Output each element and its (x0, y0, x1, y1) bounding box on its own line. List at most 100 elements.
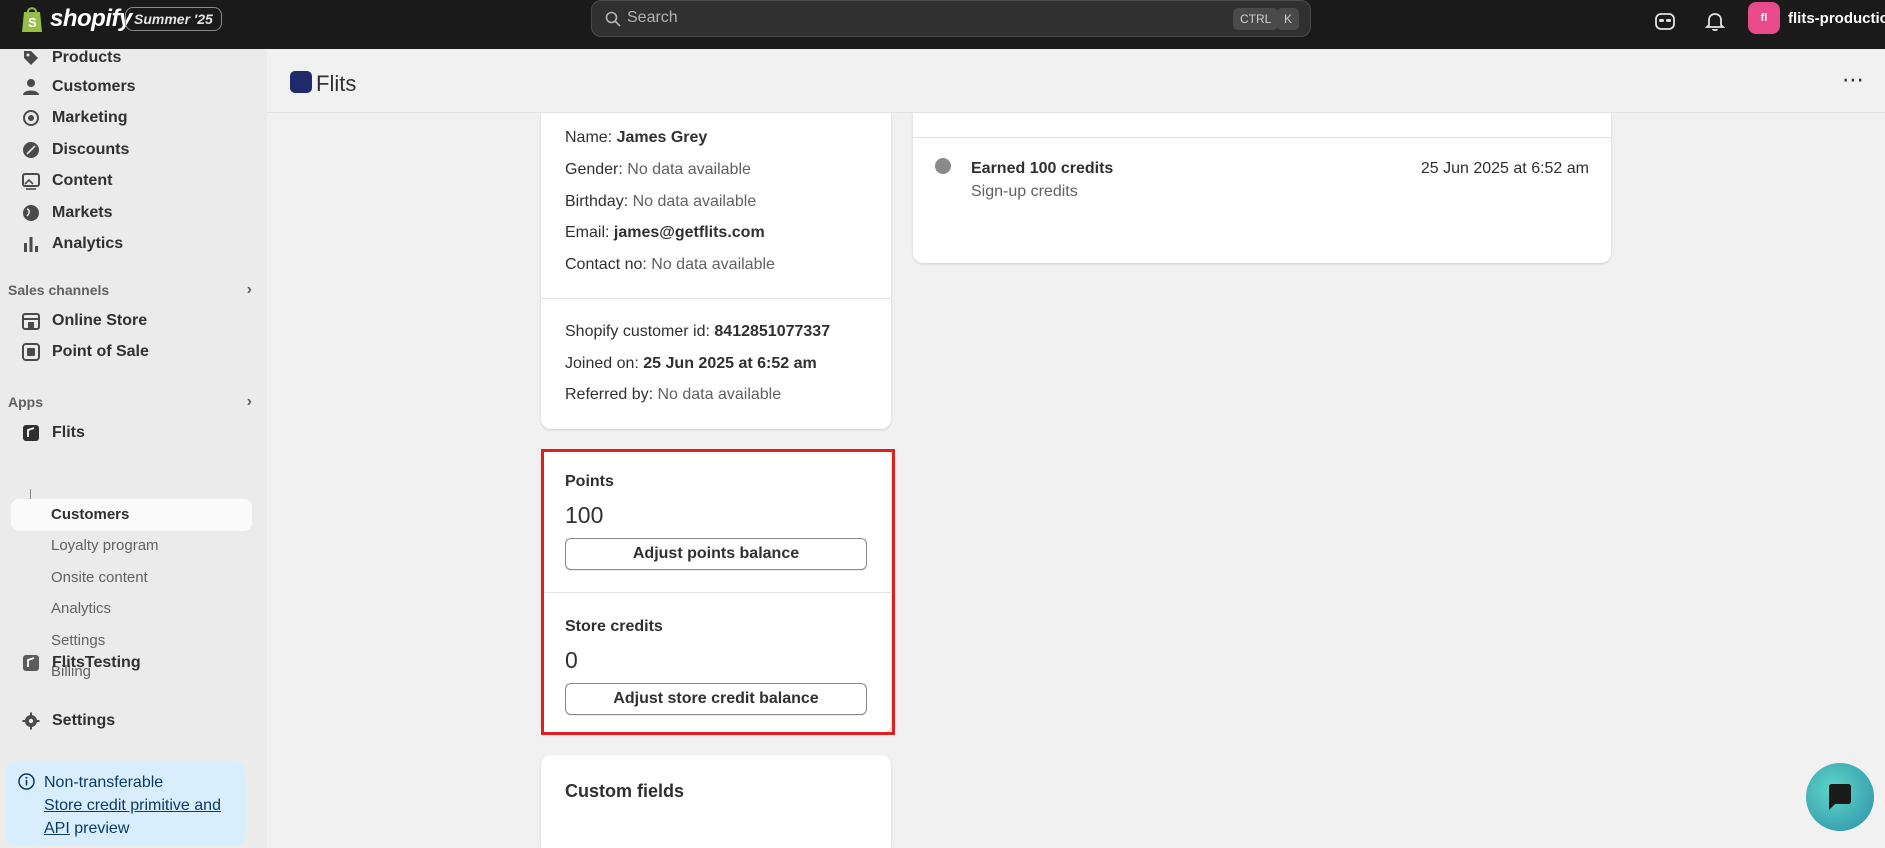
store-name: flits-production (1788, 9, 1885, 27)
email-value[interactable]: james@getflits.com (614, 224, 765, 241)
referred-row: Referred by: No data available (565, 386, 781, 404)
section-title: Sales channels (8, 282, 110, 298)
banner-link-api[interactable]: API (44, 820, 70, 837)
top-bar: S shopify Summer '25 Search CTRL K fl fl… (0, 0, 1885, 49)
globe-icon (23, 205, 39, 221)
activity-timestamp: 25 Jun 2025 at 6:52 am (1420, 160, 1589, 177)
birthday-row: Birthday: No data available (565, 193, 756, 211)
page-title: Flits (316, 71, 357, 96)
store-icon (22, 313, 40, 330)
sidebar-item-online-store[interactable]: Online Store (22, 307, 147, 335)
sidebar-subitem-customers[interactable]: Customers (11, 499, 252, 531)
section-title: Apps (8, 394, 43, 410)
chat-bubble-icon (1829, 784, 1851, 810)
sidebar-item-label: FlitsTesting (52, 654, 141, 671)
sidebar-item-content[interactable]: Content (22, 167, 112, 195)
info-icon (18, 773, 35, 790)
sidebar-item-markets[interactable]: Markets (22, 199, 112, 227)
flitstesting-app-icon (23, 655, 39, 671)
store-credit-banner: Non-transferable Store credit primitive … (6, 761, 245, 846)
sidebar-item-products[interactable]: Products (22, 44, 121, 72)
joined-row: Joined on: 25 Jun 2025 at 6:52 am (565, 355, 817, 373)
sidebar-item-flits[interactable]: Flits (22, 419, 85, 447)
sidebar-subitem-settings[interactable]: Settings (51, 632, 105, 649)
page-header: Flits ⋯ (267, 49, 1885, 113)
sidebar-item-label: Markets (52, 204, 113, 221)
sidekick-icon[interactable] (1653, 9, 1677, 33)
tag-icon (24, 51, 38, 65)
banner-link[interactable]: Store credit primitive and (44, 797, 221, 814)
sidebar-item-discounts[interactable]: Discounts (22, 136, 129, 164)
apps-section[interactable]: Apps › (8, 393, 252, 411)
sidebar-item-label: Point of Sale (52, 343, 149, 360)
store-avatar: fl (1748, 2, 1780, 34)
shortcut-ctrl-key: CTRL (1233, 8, 1279, 30)
name-row: Name: James Grey (565, 129, 707, 147)
gear-icon (22, 712, 40, 730)
gender-row: Gender: No data available (565, 161, 751, 179)
gender-value: No data available (627, 161, 751, 178)
contact-value: No data available (651, 256, 775, 273)
referred-value: No data available (657, 386, 782, 403)
sidebar-item-settings[interactable]: Settings (22, 707, 115, 735)
brand-name: shopify (50, 5, 132, 32)
person-icon (23, 79, 39, 95)
contact-label: Contact no: (565, 256, 652, 273)
email-row: Email: james@getflits.com (565, 224, 765, 242)
bell-icon[interactable] (1703, 9, 1727, 33)
flits-app-icon (290, 71, 312, 93)
shopify-bag-icon: S (22, 7, 42, 32)
sidebar-subitem-loyalty-program[interactable]: Loyalty program (51, 537, 159, 554)
sidebar-item-label: Settings (52, 712, 116, 729)
name-value: James Grey (616, 129, 708, 146)
pos-icon (22, 343, 40, 361)
birthday-label: Birthday: (565, 193, 633, 210)
search-placeholder: Search (627, 9, 678, 26)
sidebar: Products Customers Marketing Discounts C… (0, 49, 267, 848)
discount-icon (23, 142, 39, 158)
banner-title: Non-transferable (44, 774, 164, 791)
birthday-value: No data available (632, 193, 757, 210)
gender-label: Gender: (565, 161, 628, 178)
divider (913, 137, 1611, 138)
shopify-logo[interactable]: S shopify (20, 5, 132, 33)
flits-app-icon (23, 425, 39, 441)
custom-fields-card: Custom fields (541, 755, 891, 848)
email-label: Email: (565, 224, 614, 241)
sidebar-subitem-analytics[interactable]: Analytics (51, 600, 111, 617)
sidebar-item-label: Content (52, 172, 113, 189)
sidebar-item-point-of-sale[interactable]: Point of Sale (22, 338, 149, 366)
customer-id-label: Shopify customer id: (565, 323, 715, 340)
image-icon (22, 173, 40, 190)
sidebar-item-label: Marketing (52, 109, 128, 126)
sidebar-item-analytics[interactable]: Analytics (22, 230, 123, 258)
svg-text:S: S (28, 15, 37, 30)
sidebar-subitem-label: Customers (51, 506, 130, 523)
joined-label: Joined on: (565, 355, 644, 372)
sales-channels-section[interactable]: Sales channels › (8, 281, 252, 299)
store-switcher[interactable]: fl flits-production (1748, 2, 1885, 34)
activity-card: Earned 100 credits Sign-up credits 25 Ju… (913, 113, 1611, 263)
chat-widget-button[interactable] (1806, 763, 1874, 831)
sidebar-item-label: Online Store (52, 312, 148, 329)
activity-dot-icon (935, 158, 951, 174)
activity-title: Earned 100 credits (971, 160, 1114, 177)
sidebar-item-customers[interactable]: Customers (22, 73, 136, 101)
highlight-outline (541, 449, 895, 735)
referred-label: Referred by: (565, 386, 658, 403)
target-icon (23, 110, 39, 126)
more-actions-button[interactable]: ⋯ (1842, 67, 1865, 93)
sidebar-item-label: Products (52, 49, 122, 66)
custom-fields-title: Custom fields (565, 781, 685, 801)
shortcut-k-key: K (1277, 8, 1300, 30)
sidebar-item-flitstesting[interactable]: FlitsTesting (22, 649, 141, 677)
search-bar[interactable]: Search CTRL K (591, 0, 1311, 37)
sidebar-item-marketing[interactable]: Marketing (22, 104, 128, 132)
sidebar-item-label: Analytics (52, 235, 124, 252)
customer-profile-card: Name: James Grey Gender: No data availab… (541, 113, 891, 429)
activity-subtitle: Sign-up credits (971, 183, 1078, 200)
edition-badge[interactable]: Summer '25 (125, 7, 222, 31)
customer-id-row: Shopify customer id: 8412851077337 (565, 323, 830, 341)
sidebar-item-label: Discounts (52, 141, 130, 158)
sidebar-subitem-onsite-content[interactable]: Onsite content (51, 569, 148, 586)
